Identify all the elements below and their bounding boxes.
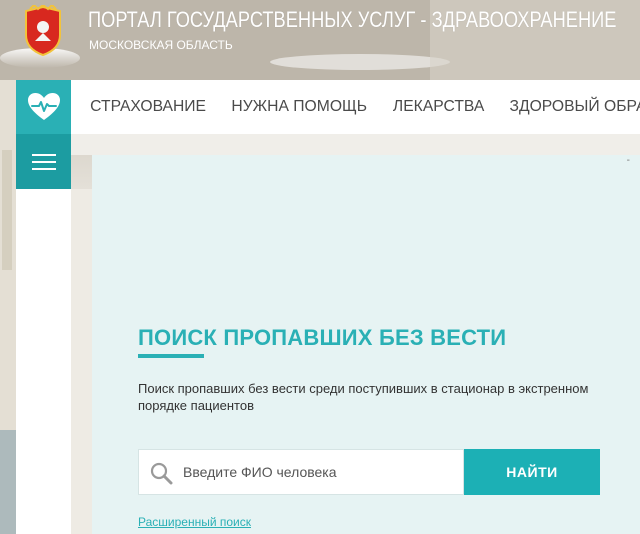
title-underline bbox=[138, 354, 204, 358]
nav-item-need-help[interactable]: НУЖНА ПОМОЩЬ bbox=[232, 98, 368, 116]
region-subtitle: МОСКОВСКАЯ ОБЛАСТЬ bbox=[89, 38, 233, 52]
search-button[interactable]: НАЙТИ bbox=[464, 449, 600, 495]
coat-of-arms-icon[interactable] bbox=[22, 5, 64, 57]
home-button[interactable] bbox=[16, 80, 71, 134]
site-header: ПОРТАЛ ГОСУДАРСТВЕННЫХ УСЛУГ - ЗДРАВООХР… bbox=[0, 0, 640, 80]
search-input[interactable] bbox=[183, 450, 459, 494]
search-panel: - ПОИСК ПРОПАВШИХ БЕЗ ВЕСТИ Поиск пропав… bbox=[92, 155, 640, 534]
nav-item-healthy-lifestyle[interactable]: ЗДОРОВЫЙ ОБРАЗ bbox=[509, 98, 640, 116]
main-navbar: СТРАХОВАНИЕ НУЖНА ПОМОЩЬ ЛЕКАРСТВА ЗДОРО… bbox=[16, 80, 640, 134]
sidebar-strip bbox=[16, 189, 71, 534]
nav-item-medicines[interactable]: ЛЕКАРСТВА bbox=[393, 98, 484, 116]
search-box bbox=[138, 449, 464, 495]
nav-item-insurance[interactable]: СТРАХОВАНИЕ bbox=[90, 98, 206, 116]
heart-pulse-icon bbox=[27, 93, 60, 120]
menu-toggle-button[interactable] bbox=[16, 134, 71, 189]
nav-menu: СТРАХОВАНИЕ НУЖНА ПОМОЩЬ ЛЕКАРСТВА ЗДОРО… bbox=[89, 80, 640, 134]
search-icon bbox=[150, 462, 173, 485]
panel-dash: - bbox=[626, 155, 630, 166]
portal-title: ПОРТАЛ ГОСУДАРСТВЕННЫХ УСЛУГ - ЗДРАВООХР… bbox=[88, 7, 617, 32]
search-description: Поиск пропавших без вести среди поступив… bbox=[138, 381, 589, 413]
advanced-search-link[interactable]: Расширенный поиск bbox=[138, 515, 251, 529]
hamburger-icon bbox=[31, 153, 56, 170]
page-title: ПОИСК ПРОПАВШИХ БЕЗ ВЕСТИ bbox=[138, 325, 507, 350]
